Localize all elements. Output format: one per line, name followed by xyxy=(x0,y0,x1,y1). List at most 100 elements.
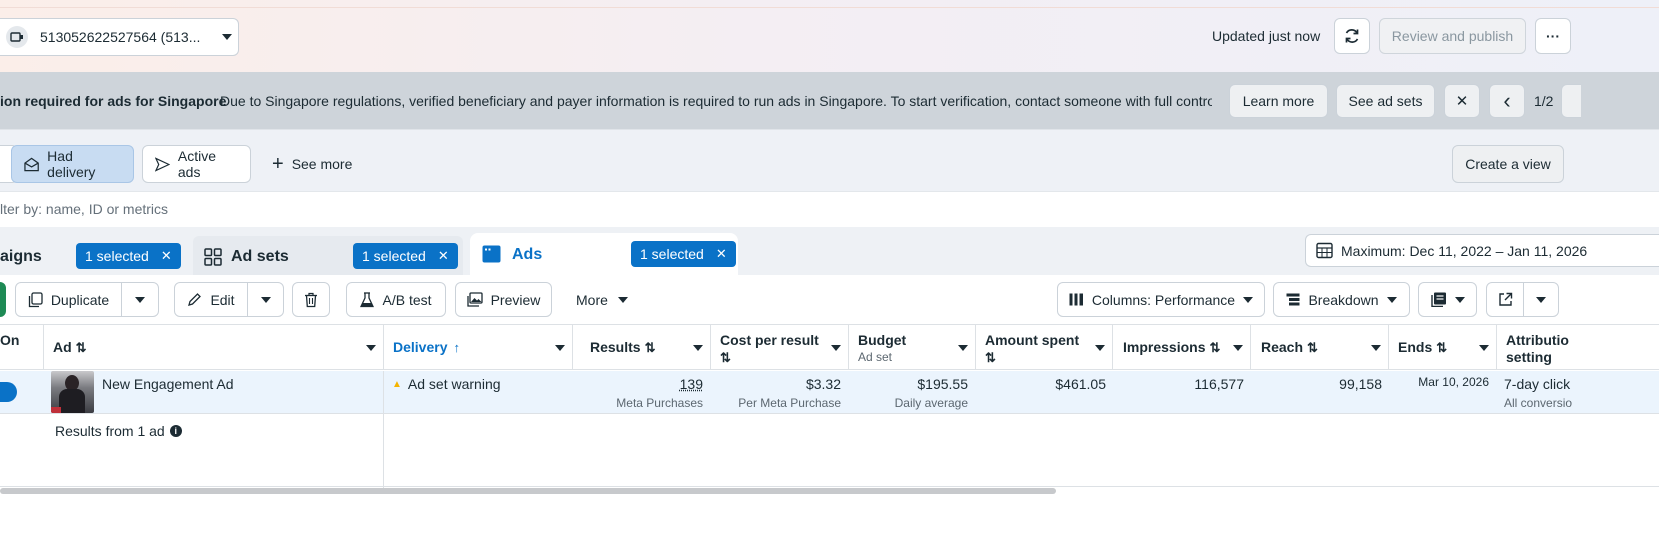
column-on[interactable]: On xyxy=(0,325,19,370)
chevron-down-icon[interactable] xyxy=(555,345,565,351)
duplicate-label: Duplicate xyxy=(50,291,110,308)
column-ends[interactable]: Ends ⇅ xyxy=(1398,325,1447,370)
badge-label: 1 selected xyxy=(640,246,704,262)
close-banner-button[interactable]: ✕ xyxy=(1444,84,1480,118)
next-notice-button[interactable] xyxy=(1561,84,1581,118)
export-button[interactable] xyxy=(1486,282,1524,317)
create-view-button[interactable]: Create a view xyxy=(1452,145,1564,183)
results-value[interactable]: 139 xyxy=(572,376,703,392)
attribution-value: 7-day click xyxy=(1504,376,1571,392)
sort-icon: ⇅ xyxy=(644,340,656,355)
reports-button[interactable] xyxy=(1418,282,1477,317)
refresh-button[interactable] xyxy=(1334,18,1370,54)
calendar-icon xyxy=(1316,242,1333,259)
close-icon[interactable]: ✕ xyxy=(438,248,449,264)
budget-value: $195.55 xyxy=(917,376,968,392)
more-options-button[interactable]: ··· xyxy=(1535,18,1571,54)
preview-button[interactable]: Preview xyxy=(455,282,552,317)
see-ad-sets-button[interactable]: See ad sets xyxy=(1336,84,1435,118)
tab-ads[interactable]: Ads 1 selected ✕ xyxy=(470,233,738,275)
chevron-down-icon[interactable] xyxy=(1233,345,1243,351)
report-icon xyxy=(1430,292,1446,307)
column-ends-label: Ends xyxy=(1398,339,1433,355)
envelope-open-icon xyxy=(24,157,39,171)
filter-input[interactable]: lter by: name, ID or metrics xyxy=(0,201,168,217)
grid-icon xyxy=(204,248,222,266)
view-label: Had delivery xyxy=(47,148,96,180)
column-divider xyxy=(383,414,384,488)
updated-status: Updated just now xyxy=(1212,28,1321,44)
info-icon[interactable]: i xyxy=(169,425,182,437)
results-type: Meta Purchases xyxy=(616,396,703,410)
plus-icon: + xyxy=(272,152,284,175)
chevron-down-icon[interactable] xyxy=(1479,345,1489,351)
tab-ad-sets-label: Ad sets xyxy=(231,248,289,265)
see-more-views[interactable]: + See more xyxy=(260,145,370,183)
cost-per-result-value: $3.32 xyxy=(805,376,841,392)
column-amount-spent[interactable]: Amount spent ⇅ xyxy=(985,325,1079,370)
column-attribution[interactable]: Attributio setting xyxy=(1506,325,1659,370)
view-active-ads[interactable]: Active ads xyxy=(142,145,251,183)
chevron-down-icon xyxy=(1386,296,1397,303)
learn-more-button[interactable]: Learn more xyxy=(1229,84,1328,118)
close-icon[interactable]: ✕ xyxy=(161,248,172,264)
close-icon: ✕ xyxy=(1455,93,1469,110)
results-summary-label: Results from 1 ad xyxy=(55,423,165,439)
banner-title: ion required for ads for Singapore xyxy=(0,93,227,109)
ab-test-button[interactable]: A/B test xyxy=(346,282,446,317)
ads-selected-badge[interactable]: 1 selected ✕ xyxy=(631,241,736,267)
column-divider xyxy=(710,325,711,370)
chevron-down-icon[interactable] xyxy=(831,345,841,351)
chevron-down-icon[interactable] xyxy=(693,345,703,351)
chevron-down-icon[interactable] xyxy=(366,345,376,351)
ad-sets-selected-badge[interactable]: 1 selected ✕ xyxy=(353,243,458,269)
chevron-down-icon[interactable] xyxy=(1371,345,1381,351)
chevron-down-icon[interactable] xyxy=(958,345,968,351)
view-had-delivery[interactable]: Had delivery xyxy=(11,145,134,183)
column-divider xyxy=(1496,325,1497,370)
see-more-label: See more xyxy=(291,156,353,172)
edit-dropdown[interactable] xyxy=(247,282,284,317)
review-and-publish-button[interactable]: Review and publish xyxy=(1379,18,1526,54)
edit-button[interactable]: Edit xyxy=(174,282,248,317)
campaigns-selected-badge[interactable]: 1 selected ✕ xyxy=(76,243,181,269)
create-button-partial[interactable] xyxy=(0,282,6,317)
edit-label: Edit xyxy=(210,291,235,308)
previous-notice-button[interactable]: ‹ xyxy=(1489,84,1525,118)
more-actions-button[interactable]: More xyxy=(576,292,628,308)
top-bar-divider xyxy=(0,7,1659,8)
impressions-value: 116,577 xyxy=(1194,376,1244,392)
tab-campaigns-label: aigns xyxy=(0,248,42,265)
column-ad[interactable]: Ad ⇅ xyxy=(53,325,87,370)
date-range-picker[interactable]: Maximum: Dec 11, 2022 – Jan 11, 2026 xyxy=(1305,234,1659,267)
close-icon[interactable]: ✕ xyxy=(716,246,727,262)
column-cost-per-result[interactable]: Cost per result ⇅ xyxy=(720,325,819,370)
account-selector[interactable]: 513052622527564 (513... xyxy=(0,18,239,56)
breakdown-button[interactable]: Breakdown xyxy=(1273,282,1410,317)
reach-value: 99,158 xyxy=(1339,376,1382,392)
column-divider xyxy=(848,325,849,370)
horizontal-scrollbar[interactable] xyxy=(0,488,1056,494)
tab-ad-sets[interactable]: Ad sets 1 selected ✕ xyxy=(193,236,463,275)
columns-button[interactable]: Columns: Performance xyxy=(1057,282,1265,317)
column-results[interactable]: Results ⇅ xyxy=(590,325,655,370)
duplicate-button[interactable]: Duplicate xyxy=(15,282,122,317)
filter-bar[interactable] xyxy=(0,191,1659,227)
duplicate-dropdown[interactable] xyxy=(121,282,159,317)
banner-pager: 1/2 xyxy=(1534,93,1554,109)
delete-button[interactable] xyxy=(292,282,330,317)
ad-name-link[interactable]: New Engagement Ad xyxy=(102,376,234,392)
column-impressions[interactable]: Impressions ⇅ xyxy=(1123,325,1220,370)
column-budget[interactable]: Budget Ad set xyxy=(858,325,906,370)
chevron-left-icon: ‹ xyxy=(1503,88,1511,113)
tab-ads-label: Ads xyxy=(512,246,543,263)
tab-campaigns[interactable]: aigns 1 selected ✕ xyxy=(0,236,184,275)
delivery-label: Ad set warning xyxy=(407,376,501,392)
column-reach[interactable]: Reach ⇅ xyxy=(1261,325,1318,370)
export-dropdown[interactable] xyxy=(1523,282,1559,317)
sort-icon: ⇅ xyxy=(985,350,996,365)
column-impressions-label: Impressions xyxy=(1123,339,1206,355)
chevron-down-icon[interactable] xyxy=(1095,345,1105,351)
attribution-sub: All conversio xyxy=(1504,396,1573,410)
column-delivery[interactable]: Delivery ↑ xyxy=(393,325,460,370)
